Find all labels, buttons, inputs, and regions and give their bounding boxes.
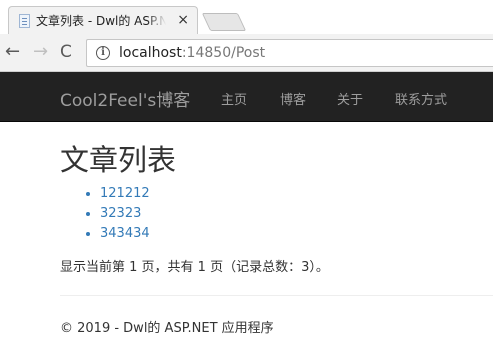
list-item: 343434 bbox=[100, 224, 150, 244]
list-item: 32323 bbox=[100, 204, 150, 224]
nav-link-contact[interactable]: 联系方式 bbox=[395, 89, 447, 108]
tab-title: 文章列表 - Dwl的 ASP.NET bbox=[36, 14, 166, 28]
nav-link-about[interactable]: 关于 bbox=[337, 89, 363, 108]
list-item: 121212 bbox=[100, 184, 150, 204]
forward-arrow-icon[interactable]: → bbox=[33, 43, 48, 61]
post-list: 121212 32323 343434 bbox=[60, 184, 150, 244]
site-navbar: Cool2Feel's博客 主页 博客 关于 联系方式 bbox=[0, 72, 493, 122]
nav-link-blog[interactable]: 博客 bbox=[280, 89, 306, 108]
reload-icon[interactable]: C bbox=[60, 43, 72, 61]
navbar-brand[interactable]: Cool2Feel's博客 bbox=[60, 86, 190, 111]
page-title: 文章列表 bbox=[60, 143, 177, 177]
browser-tab[interactable]: 文章列表 - Dwl的 ASP.NET × bbox=[8, 6, 198, 34]
browser-tab-strip: 文章列表 - Dwl的 ASP.NET × bbox=[0, 0, 493, 34]
new-tab-button[interactable] bbox=[201, 13, 247, 31]
post-link[interactable]: 343434 bbox=[100, 226, 150, 241]
url-host: localhost bbox=[119, 45, 182, 61]
pagination-status: 显示当前第 1 页，共有 1 页（记录总数：3）。 bbox=[60, 260, 329, 275]
tab-close-icon[interactable]: × bbox=[177, 12, 189, 28]
post-link[interactable]: 32323 bbox=[100, 206, 141, 221]
footer-divider bbox=[60, 295, 493, 296]
address-bar[interactable]: i localhost:14850/Post bbox=[86, 39, 493, 67]
url-path: :14850/Post bbox=[181, 45, 266, 61]
back-arrow-icon[interactable]: ← bbox=[5, 43, 20, 61]
site-info-icon[interactable]: i bbox=[96, 46, 110, 60]
nav-link-home[interactable]: 主页 bbox=[221, 89, 247, 108]
page-favicon-icon bbox=[19, 13, 30, 28]
browser-toolbar: ← → C i localhost:14850/Post bbox=[0, 34, 493, 72]
post-link[interactable]: 121212 bbox=[100, 186, 150, 201]
footer-copyright: © 2019 - Dwl的 ASP.NET 应用程序 bbox=[60, 321, 274, 336]
